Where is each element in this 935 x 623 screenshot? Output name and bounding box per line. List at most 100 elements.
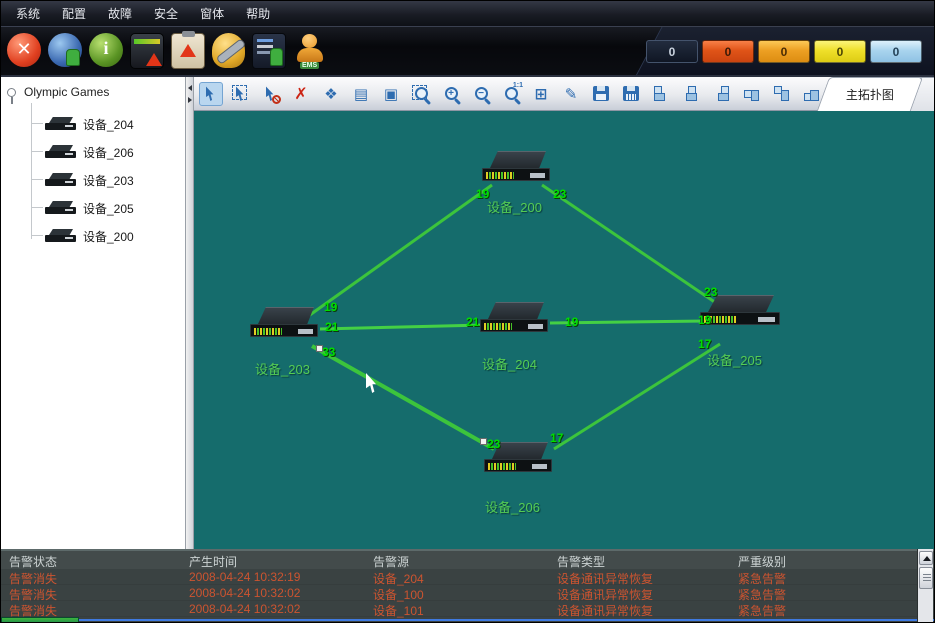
- exit-icon[interactable]: ✕: [7, 33, 41, 67]
- collapse-right-icon[interactable]: [188, 97, 192, 103]
- marquee-select-icon[interactable]: [229, 82, 253, 106]
- align-top-icon[interactable]: [739, 82, 763, 106]
- menu-system[interactable]: 系统: [5, 1, 51, 27]
- port-label: 33: [322, 345, 335, 359]
- topology-globe-icon[interactable]: [48, 33, 82, 67]
- node-label-205: 设备_205: [707, 350, 762, 369]
- alarm-counter-5[interactable]: 0: [870, 40, 922, 63]
- node-device-200[interactable]: [482, 151, 550, 183]
- maintenance-bell-icon[interactable]: [212, 33, 245, 68]
- switch-icon: [45, 229, 76, 242]
- switch-icon: [45, 145, 76, 158]
- align-right-icon[interactable]: [709, 82, 733, 106]
- tree-root[interactable]: Olympic Games: [7, 85, 109, 99]
- tree-item-device-205[interactable]: 设备_205: [1, 193, 186, 221]
- zoom-in-icon[interactable]: +: [439, 82, 463, 106]
- alarm-counter-1[interactable]: 0: [646, 40, 698, 63]
- device-alarm-icon[interactable]: [130, 33, 164, 69]
- port-label: 19: [476, 187, 489, 201]
- port-label: 17: [698, 337, 711, 351]
- fit-view-icon[interactable]: ⊞: [529, 82, 553, 106]
- ems-badge: EMS: [300, 62, 319, 69]
- node-device-204[interactable]: [480, 302, 548, 334]
- topology-toolbar: ✗ ❖ ▤ ▣ + − 1:1 ⊞ ✎ 主拓扑图 子网拓扑...: [194, 77, 935, 111]
- delete-icon[interactable]: ✗: [289, 82, 313, 106]
- info-icon[interactable]: i: [89, 33, 123, 67]
- menu-config[interactable]: 配置: [51, 1, 97, 27]
- scrollbar-thumb[interactable]: [919, 567, 933, 589]
- port-label: 19: [698, 313, 711, 327]
- menu-help[interactable]: 帮助: [235, 1, 281, 27]
- node-label-204: 设备_204: [482, 354, 537, 373]
- zoom-region-icon[interactable]: [409, 82, 433, 106]
- save-icon[interactable]: [589, 82, 613, 106]
- col-alarm-type[interactable]: 告警类型: [557, 553, 605, 570]
- collapse-left-icon[interactable]: [188, 85, 192, 91]
- select-disabled-icon[interactable]: [259, 82, 283, 106]
- select-pointer-icon[interactable]: [199, 82, 223, 106]
- device-tree-panel: Olympic Games 设备_204 设备_206 设备_203 设备_20…: [1, 77, 186, 549]
- node-label-203: 设备_203: [255, 359, 310, 378]
- ems-user-icon[interactable]: EMS: [293, 33, 327, 69]
- switch-icon: [45, 117, 76, 130]
- switch-icon: [45, 173, 76, 186]
- tree-item-device-200[interactable]: 设备_200: [1, 221, 186, 249]
- menu-security[interactable]: 安全: [143, 1, 189, 27]
- tree-item-device-206[interactable]: 设备_206: [1, 137, 186, 165]
- ems-window: 系统 配置 故障 安全 窗体 帮助 ✕ i EMS 0 0 0 0 0: [0, 0, 935, 623]
- alarm-counter-4[interactable]: 0: [814, 40, 866, 63]
- topology-canvas[interactable]: 设备_200 设备_203 设备_204 设备_205 设备_206 19 19…: [194, 111, 935, 549]
- tree-root-label: Olympic Games: [24, 85, 109, 99]
- alarm-row[interactable]: 告警消失 2008-04-24 10:32:02 设备_101 设备通讯异常恢复…: [1, 601, 935, 617]
- port-label: 23: [553, 187, 566, 201]
- row-selection-line: [79, 619, 935, 621]
- distribute-horizontal-icon[interactable]: [769, 82, 793, 106]
- menu-window[interactable]: 窗体: [189, 1, 235, 27]
- zoom-out-icon[interactable]: −: [469, 82, 493, 106]
- scroll-up-icon[interactable]: [919, 551, 933, 565]
- zoom-actual-icon[interactable]: 1:1: [499, 82, 523, 106]
- port-label: 21: [325, 320, 338, 334]
- port-label: 19: [565, 315, 578, 329]
- link-nodes-icon[interactable]: ❖: [319, 82, 343, 106]
- alarm-board-icon[interactable]: [171, 33, 205, 69]
- panel-splitter[interactable]: [186, 77, 194, 549]
- edit-link-icon[interactable]: ✎: [559, 82, 583, 106]
- alarm-table-header: 告警状态 产生时间 告警源 告警类型 严重级别: [1, 551, 935, 569]
- align-left-icon[interactable]: [649, 82, 673, 106]
- menu-bar: 系统 配置 故障 安全 窗体 帮助: [1, 1, 935, 27]
- col-alarm-status[interactable]: 告警状态: [9, 553, 57, 570]
- node-device-203[interactable]: [250, 307, 318, 339]
- window-manager-icon[interactable]: [252, 33, 286, 69]
- minimized-window-fragment: [1, 617, 79, 623]
- tree-item-device-204[interactable]: 设备_204: [1, 109, 186, 137]
- node-label-206: 设备_206: [485, 497, 540, 516]
- link-selection-handle[interactable]: [480, 438, 487, 445]
- tree-root-toggle-icon[interactable]: [7, 88, 16, 97]
- port-label: 19: [324, 300, 337, 314]
- port-label: 17: [550, 431, 563, 445]
- alarm-row[interactable]: 告警消失 2008-04-24 10:32:02 设备_100 设备通讯异常恢复…: [1, 585, 935, 601]
- main-toolbar: ✕ i EMS 0 0 0 0 0: [1, 27, 935, 77]
- alarm-counter-3[interactable]: 0: [758, 40, 810, 63]
- alarm-table-scrollbar[interactable]: [917, 549, 933, 623]
- port-label: 23: [487, 437, 500, 451]
- warning-triangle-icon: [146, 53, 162, 66]
- link-selection-handle[interactable]: [316, 345, 323, 352]
- export-image-icon[interactable]: ▤: [349, 82, 373, 106]
- tree-item-device-203[interactable]: 设备_203: [1, 165, 186, 193]
- window-view-icon[interactable]: ▣: [379, 82, 403, 106]
- node-label-200: 设备_200: [487, 197, 542, 216]
- warning-triangle-icon: [180, 44, 196, 57]
- save-layout-icon[interactable]: [619, 82, 643, 106]
- alarm-counter-2[interactable]: 0: [702, 40, 754, 63]
- menu-fault[interactable]: 故障: [97, 1, 143, 27]
- col-severity[interactable]: 严重级别: [738, 553, 786, 570]
- node-device-205[interactable]: [700, 295, 780, 327]
- col-occur-time[interactable]: 产生时间: [189, 553, 237, 570]
- alarm-row[interactable]: 告警消失 2008-04-24 10:32:19 设备_204 设备通讯异常恢复…: [1, 569, 935, 585]
- col-alarm-source[interactable]: 告警源: [373, 553, 409, 570]
- tab-main-topology[interactable]: 主拓扑图: [817, 77, 923, 111]
- align-center-icon[interactable]: [679, 82, 703, 106]
- alarm-table: 告警状态 产生时间 告警源 告警类型 严重级别 告警消失 2008-04-24 …: [1, 549, 935, 623]
